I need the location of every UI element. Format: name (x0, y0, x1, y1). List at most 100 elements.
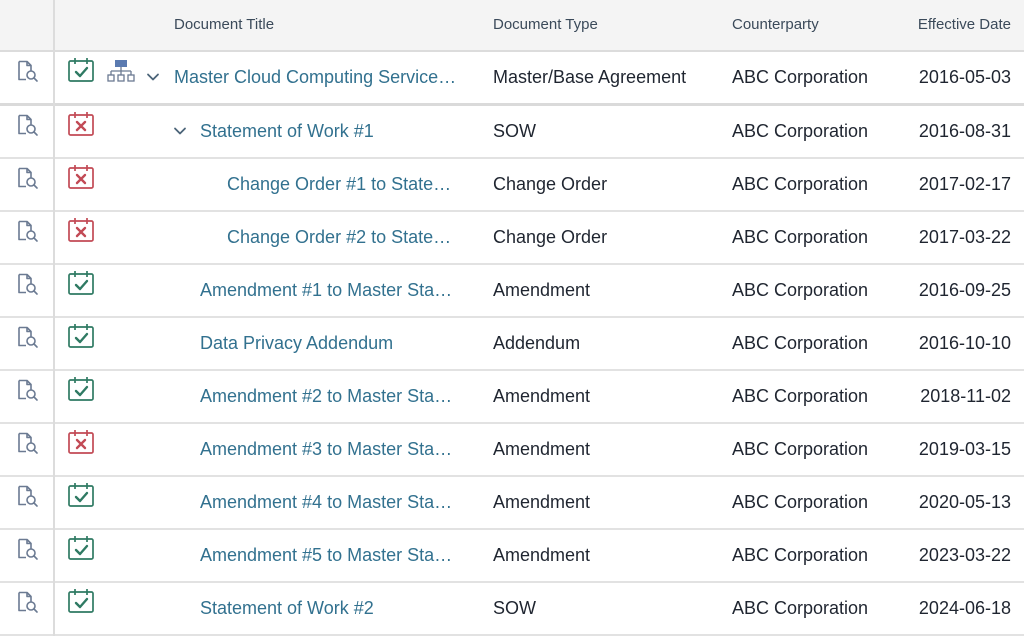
document-type: Change Order (493, 174, 608, 194)
expand-toggle[interactable] (172, 106, 188, 157)
document-type: Amendment (493, 545, 591, 565)
effective-date: 2019-03-15 (918, 439, 1011, 459)
hierarchy-icon[interactable] (107, 52, 135, 103)
calendar-check-icon (67, 52, 95, 103)
document-preview-icon (15, 159, 39, 210)
effective-date: 2023-03-22 (918, 545, 1011, 565)
document-preview-icon (15, 371, 39, 422)
status-cell (66, 424, 96, 475)
document-title-link[interactable]: Amendment #2 to Master Sta… (200, 371, 468, 422)
counterparty: ABC Corporation (732, 598, 869, 618)
calendar-x-icon (67, 212, 95, 263)
preview-document-button[interactable] (0, 583, 53, 634)
counterparty: ABC Corporation (732, 545, 869, 565)
document-preview-icon (15, 106, 39, 157)
document-title-link[interactable]: Amendment #4 to Master Sta… (200, 477, 468, 528)
column-header-title[interactable]: Document Title (174, 16, 274, 33)
document-title-link[interactable]: Data Privacy Addendum (200, 318, 468, 369)
document-preview-icon (15, 212, 39, 263)
status-cell (66, 318, 96, 369)
preview-document-button[interactable] (0, 159, 53, 210)
table-row[interactable]: Master Cloud Computing Service… Master/B… (0, 52, 1024, 106)
effective-date: 2017-03-22 (918, 227, 1011, 247)
document-type: Amendment (493, 386, 591, 406)
document-type: Addendum (493, 333, 581, 353)
preview-document-button[interactable] (0, 106, 53, 157)
effective-date: 2016-09-25 (918, 280, 1011, 300)
effective-date: 2016-05-03 (918, 67, 1011, 87)
grid-body: Master Cloud Computing Service… Master/B… (0, 52, 1024, 636)
document-type: Amendment (493, 439, 591, 459)
document-preview-icon (15, 583, 39, 634)
document-type: Amendment (493, 492, 591, 512)
counterparty: ABC Corporation (732, 280, 869, 300)
document-preview-icon (15, 424, 39, 475)
status-cell (66, 52, 96, 103)
document-type: Master/Base Agreement (493, 67, 687, 87)
preview-document-button[interactable] (0, 424, 53, 475)
preview-document-button[interactable] (0, 318, 53, 369)
document-type: SOW (493, 598, 536, 618)
calendar-check-icon (67, 318, 95, 369)
document-preview-icon (15, 265, 39, 316)
status-cell (66, 265, 96, 316)
column-divider (53, 0, 55, 636)
document-title-link[interactable]: Change Order #2 to State… (227, 212, 468, 263)
status-cell (66, 371, 96, 422)
document-title-link[interactable]: Statement of Work #2 (200, 583, 468, 634)
counterparty: ABC Corporation (732, 67, 869, 87)
effective-date: 2018-11-02 (920, 386, 1011, 406)
table-row[interactable]: Amendment #3 to Master Sta… Amendment AB… (0, 424, 1024, 477)
counterparty: ABC Corporation (732, 227, 869, 247)
table-row[interactable]: Amendment #1 to Master Sta… Amendment AB… (0, 265, 1024, 318)
documents-grid: Document Title Document Type Counterpart… (0, 0, 1024, 636)
counterparty: ABC Corporation (732, 492, 869, 512)
table-row[interactable]: Change Order #2 to State… Change Order A… (0, 212, 1024, 265)
table-row[interactable]: Amendment #2 to Master Sta… Amendment AB… (0, 371, 1024, 424)
document-title-link[interactable]: Master Cloud Computing Service… (174, 52, 468, 103)
column-header-counterparty[interactable]: Counterparty (732, 16, 819, 33)
status-cell (66, 159, 96, 210)
document-preview-icon (15, 530, 39, 581)
document-title-link[interactable]: Amendment #3 to Master Sta… (200, 424, 468, 475)
preview-document-button[interactable] (0, 530, 53, 581)
document-title-link[interactable]: Amendment #1 to Master Sta… (200, 265, 468, 316)
counterparty: ABC Corporation (732, 439, 869, 459)
calendar-check-icon (67, 265, 95, 316)
table-row[interactable]: Change Order #1 to State… Change Order A… (0, 159, 1024, 212)
effective-date: 2016-10-10 (918, 333, 1011, 353)
preview-document-button[interactable] (0, 265, 53, 316)
table-row[interactable]: Amendment #5 to Master Sta… Amendment AB… (0, 530, 1024, 583)
document-preview-icon (15, 318, 39, 369)
document-title-link[interactable]: Change Order #1 to State… (227, 159, 468, 210)
document-title-link[interactable]: Statement of Work #1 (200, 106, 468, 157)
document-preview-icon (15, 477, 39, 528)
preview-document-button[interactable] (0, 371, 53, 422)
status-cell (66, 530, 96, 581)
counterparty: ABC Corporation (732, 333, 869, 353)
preview-document-button[interactable] (0, 212, 53, 263)
preview-document-button[interactable] (0, 477, 53, 528)
document-type: SOW (493, 121, 536, 141)
preview-document-button[interactable] (0, 52, 53, 103)
expand-toggle[interactable] (145, 52, 161, 103)
counterparty: ABC Corporation (732, 174, 869, 194)
table-row[interactable]: Amendment #4 to Master Sta… Amendment AB… (0, 477, 1024, 530)
column-header-type[interactable]: Document Type (493, 16, 598, 33)
calendar-x-icon (67, 106, 95, 157)
table-row[interactable]: Data Privacy Addendum Addendum ABC Corpo… (0, 318, 1024, 371)
effective-date: 2016-08-31 (918, 121, 1011, 141)
effective-date: 2020-05-13 (918, 492, 1011, 512)
calendar-check-icon (67, 530, 95, 581)
status-cell (66, 583, 96, 634)
hierarchy-cell (106, 52, 136, 103)
status-cell (66, 477, 96, 528)
document-title-link[interactable]: Amendment #5 to Master Sta… (200, 530, 468, 581)
status-cell (66, 212, 96, 263)
column-header-effective-date[interactable]: Effective Date (918, 16, 1011, 33)
table-row[interactable]: Statement of Work #1 SOW ABC Corporation… (0, 106, 1024, 159)
table-row[interactable]: Statement of Work #2 SOW ABC Corporation… (0, 583, 1024, 636)
document-type: Amendment (493, 280, 591, 300)
calendar-check-icon (67, 583, 95, 634)
calendar-x-icon (67, 159, 95, 210)
